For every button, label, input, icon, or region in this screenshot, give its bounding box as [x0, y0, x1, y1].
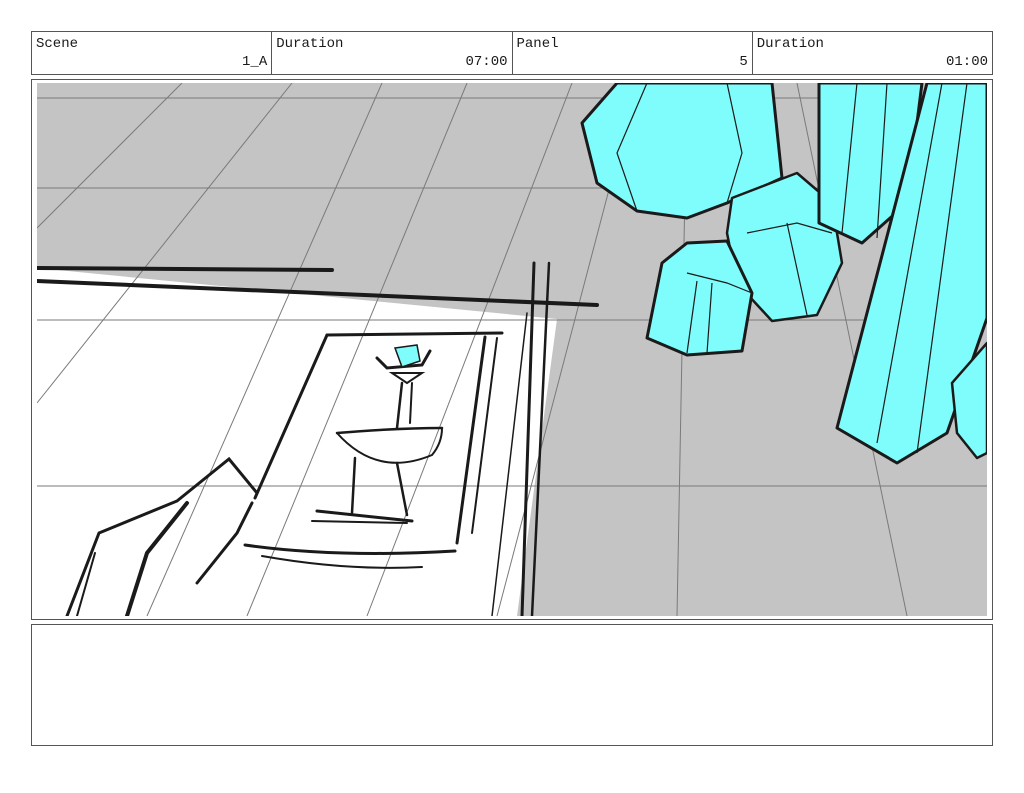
duration-value: 07:00: [465, 54, 508, 70]
duration-cell: Duration 07:00: [272, 32, 513, 74]
panel-duration-label: Duration: [756, 36, 824, 52]
storyboard-panel-frame: [31, 79, 993, 620]
panel-label: Panel: [516, 36, 559, 52]
storyboard-header: Scene 1_A Duration 07:00 Panel 5 Duratio…: [31, 31, 993, 75]
panel-cell: Panel 5: [513, 32, 753, 74]
scene-cell: Scene 1_A: [32, 32, 273, 74]
duration-label: Duration: [276, 36, 344, 52]
panel-duration-value: 01:00: [945, 54, 988, 70]
notes-box[interactable]: [31, 624, 993, 746]
panel-duration-cell: Duration 01:00: [753, 32, 992, 74]
panel-value: 5: [739, 54, 748, 70]
scene-label: Scene: [36, 36, 79, 52]
scene-value: 1_A: [242, 54, 268, 70]
panel-sketch: [37, 83, 987, 616]
